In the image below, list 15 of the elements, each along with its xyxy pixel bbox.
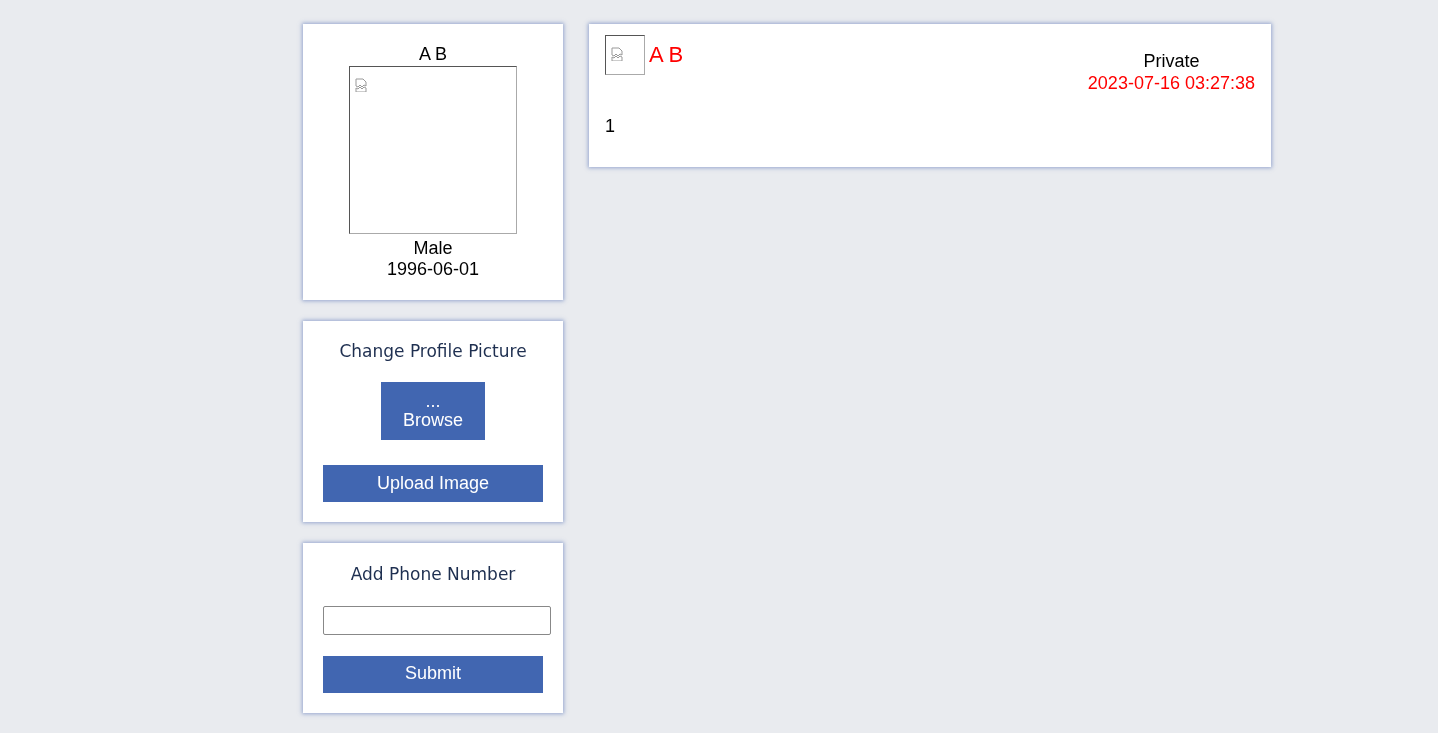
visibility-text: Private (1143, 51, 1200, 73)
birthdate-text: 1996-06-01 (386, 259, 480, 281)
card-title: Change Profile Picture (339, 341, 527, 362)
upload-image-button[interactable]: Upload Image (323, 465, 543, 503)
phone-number-field[interactable] (323, 605, 551, 635)
browse-button[interactable]: ... Browse (381, 382, 485, 441)
submit-button[interactable]: Submit (323, 655, 543, 693)
broken-image-icon (611, 47, 624, 62)
card-title: Add Phone Number (350, 564, 516, 585)
gender-text: Male (413, 237, 453, 260)
timestamp: 2023-07-16 03:27:38 (1087, 72, 1255, 95)
post-text: 1 (605, 116, 615, 138)
author-name: A B (649, 42, 684, 69)
broken-image-icon (355, 77, 368, 92)
profile-name: A B (419, 44, 447, 66)
